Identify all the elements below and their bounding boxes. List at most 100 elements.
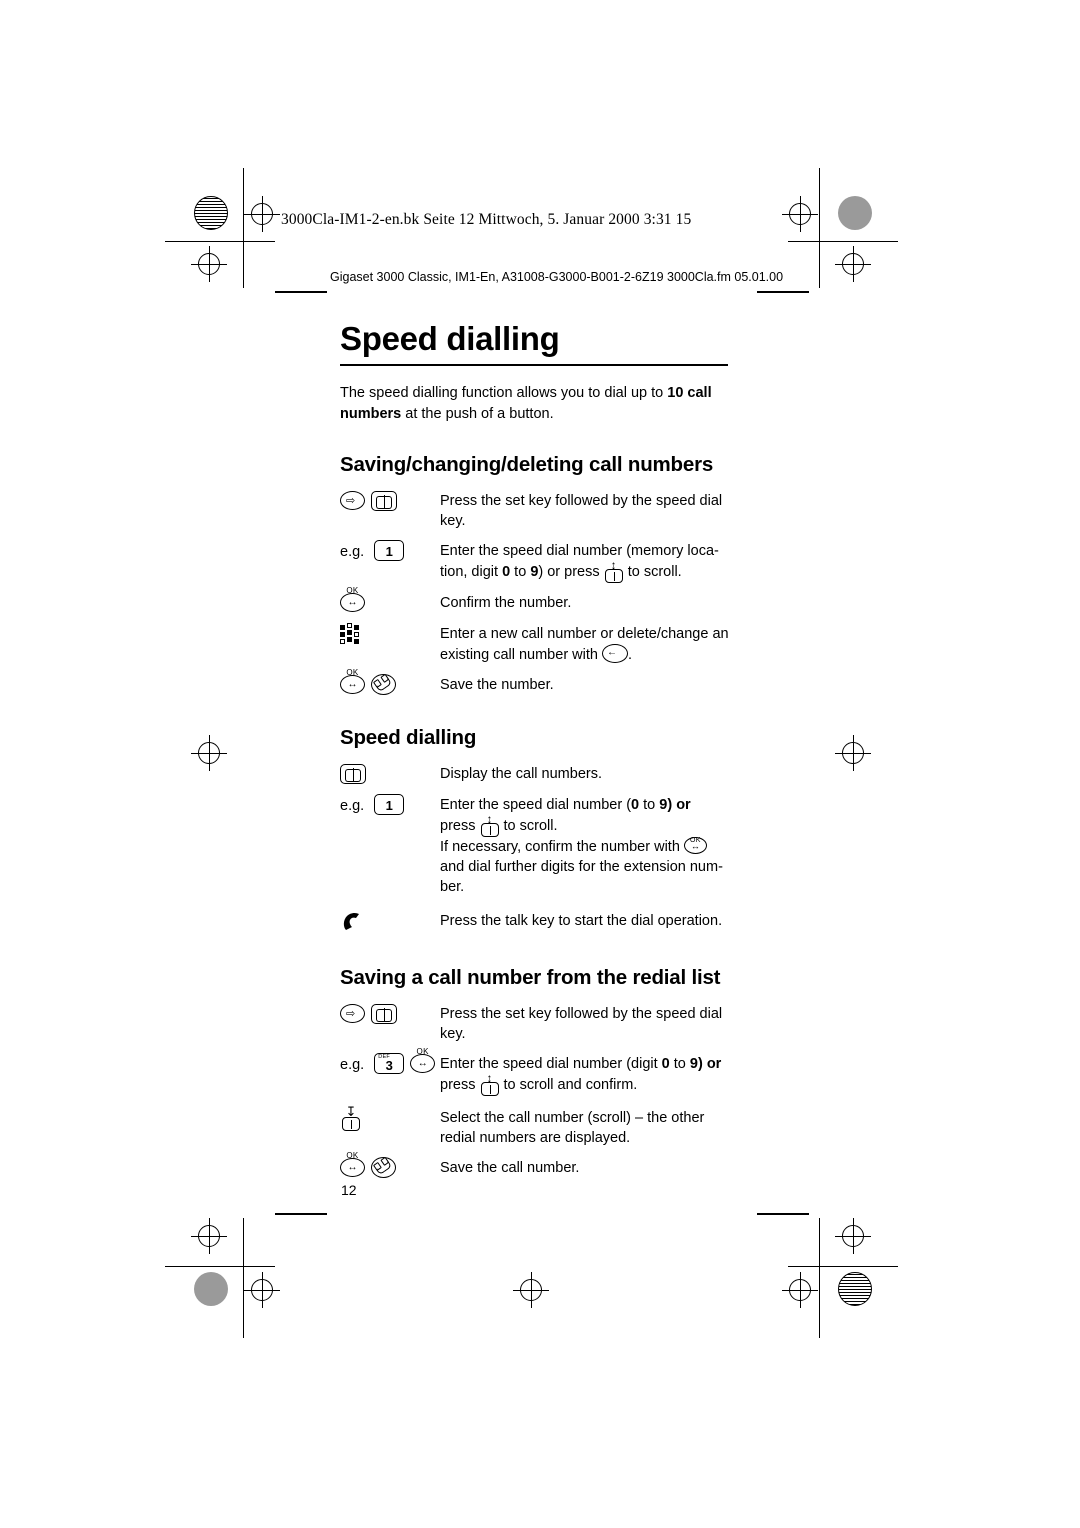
step-row: ↧ Select the call number (scroll) – the … [340,1103,740,1148]
trim-line-top-left-horizontal [165,241,275,242]
trim-line-right-vertical [819,168,820,288]
step-text: Save the number. [440,676,554,693]
scroll-book [480,1081,499,1096]
trim-line-right-short [757,291,809,293]
step-text-b1: to [510,563,531,580]
scroll-key-icon[interactable]: ↕ [480,1072,500,1096]
step-text: Press the set key followed by the speed … [440,492,723,529]
step-keys: ⇨ [340,489,440,512]
step-line2-b: to scroll and confirm. [503,1076,638,1093]
step-line1-a: Enter the speed dial number (digit [440,1055,662,1072]
step-keys: OK ↔ [340,586,440,614]
scroll-down-key-icon[interactable]: ↧ [340,1103,362,1131]
step-text: Press the talk key to start the dial ope… [440,912,723,929]
end-key-icon[interactable] [371,1157,396,1178]
ok-key-icon[interactable]: OK ↔ [340,586,365,612]
step-keys [340,909,440,936]
ok-arrows-glyph: ↔ [347,1162,358,1173]
set-key-icon[interactable]: ⇨ [340,1004,365,1023]
digit-key-label: 3 [385,1058,393,1073]
eg-label: e.g. [340,1056,365,1073]
grey-dot-top-right [838,196,872,230]
step-keys: ↧ [340,1103,440,1131]
step-row: e.g. 1 Enter the speed dial number (0 to… [340,793,740,897]
step-text-b: . [628,646,633,663]
ok-key-label: OK [346,668,359,677]
page-title: Speed dialling [340,320,560,357]
grey-dot-bottom-left [194,1272,228,1306]
ok-key-icon[interactable]: OK ↔ [683,836,707,854]
section-heading-saving: Saving/changing/deleting call numbers [340,452,714,476]
step-text: Select the call number (scroll) – the ot… [440,1109,705,1146]
ok-arrows-glyph: ↔ [690,840,700,851]
step-keys [340,762,440,785]
step-line2-a: press [440,1076,476,1093]
step-keys: OK ↔ [340,1151,440,1179]
step-text-b0: 0 [502,563,511,580]
step-line1-b2: 9 [689,1055,698,1072]
section-heading-redial: Saving a call number from the redial lis… [340,965,721,989]
scroll-book [604,568,623,583]
delete-key-icon[interactable]: ← [602,643,628,663]
trim-line-left-vertical [243,168,244,288]
trim-line-bottom-right-horizontal [788,1266,898,1267]
step-row: ⇨ Press the set key followed by the spee… [340,1002,740,1044]
ok-key-icon[interactable]: OK ↔ [340,668,365,694]
handset-glyph [375,677,392,692]
speed-dial-key-icon[interactable] [371,1003,397,1024]
ok-key-icon[interactable]: OK ↔ [340,1151,365,1177]
trim-line-right-short-bottom [757,1213,809,1215]
step-line2-a: press [440,817,476,834]
step-text: Display the call numbers. [440,765,602,782]
digit-key-label: 1 [385,544,393,559]
speed-dial-key-icon[interactable] [340,763,366,784]
step-line2-b: to scroll. [503,817,558,834]
scroll-book [342,1116,360,1131]
intro-paragraph: The speed dialling function allows you t… [340,383,735,425]
step-text: Enter the speed dial number (0 to 9) or … [440,793,740,897]
step-text: Enter the speed dial number (digit 0 to … [440,1052,740,1096]
trim-line-left-short-bottom [275,1213,327,1215]
speed-dial-key-icon[interactable] [371,490,397,511]
hatch-circle-top-left [194,196,228,230]
step-line4: and dial further digits for the extensio… [440,858,723,895]
set-key-icon[interactable]: ⇨ [340,491,365,510]
step-text-b3: ) or press [538,563,600,580]
down-arrow-glyph: ↧ [345,1103,357,1119]
step-keys: e.g. DEF 3 OK ↔ [340,1047,440,1075]
eg-label: e.g. [340,797,365,814]
ok-arrows-glyph: ↔ [347,679,358,690]
handset-glyph [375,1160,392,1175]
trim-line-left-short [275,291,327,293]
ok-key-label: OK [346,586,359,595]
ok-key-icon[interactable]: OK ↔ [410,1047,436,1073]
end-key-icon[interactable] [371,674,396,695]
ok-key-label: OK [346,1151,359,1160]
step-text: Enter a new call number or delete/change… [440,622,740,665]
book-spine [489,825,491,835]
digit-key-1-icon[interactable]: 1 [374,794,405,815]
step-line1-b1: to [669,1055,690,1072]
scroll-key-icon[interactable]: ↕ [480,813,500,837]
digit-key-label: 1 [385,798,393,813]
step-row: e.g. DEF 3 OK ↔ Enter the speed dial numbe… [340,1047,740,1096]
step-row: OK ↔ Save the number. [340,668,740,696]
digit-key-3-icon[interactable]: DEF 3 [374,1053,405,1074]
step-line1-b3: ) or [697,1055,722,1072]
book-spine [353,767,354,781]
book-spine [351,1119,352,1129]
title-underline [340,364,728,366]
set-arrow-glyph: ⇨ [346,495,356,507]
book-spine [613,571,615,581]
step-keys: ⇨ [340,1002,440,1025]
step-text: Enter the speed dial number (memory loca… [440,539,740,583]
scroll-key-icon[interactable]: ↕ [604,559,624,583]
talk-key-icon[interactable] [340,910,366,936]
step-line1-b0: 0 [661,1055,670,1072]
digit-key-1-icon[interactable]: 1 [374,540,405,561]
step-row: OK ↔ Confirm the number. [340,586,740,614]
step-text: Press the set key followed by the speed … [440,1005,723,1042]
step-line3-a: If necessary, confirm the number with [440,838,680,855]
step-text-c: to scroll. [627,563,682,580]
keypad-icon[interactable] [340,622,364,648]
